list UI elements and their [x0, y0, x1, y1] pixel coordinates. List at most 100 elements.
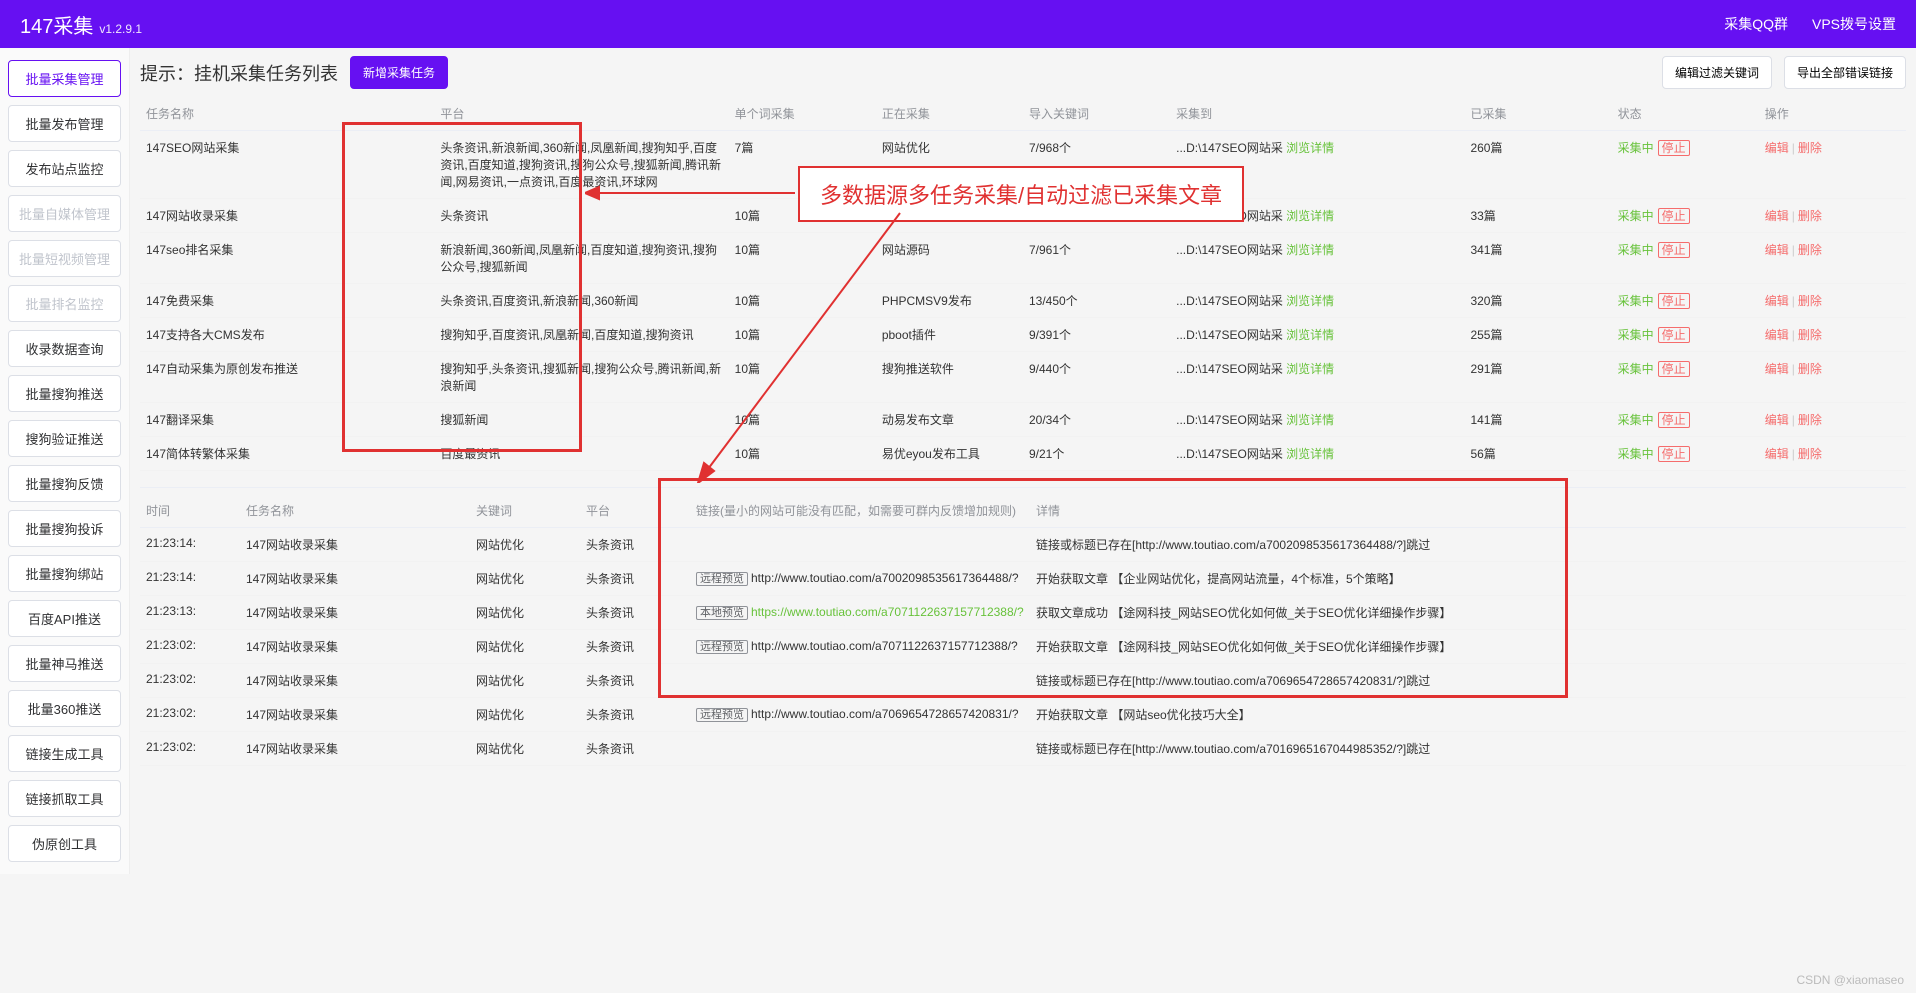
stop-button[interactable]: 停止: [1658, 208, 1690, 224]
task-row: 147自动采集为原创发布推送搜狗知乎,头条资讯,搜狐新闻,搜狗公众号,腾讯新闻,…: [140, 352, 1906, 403]
sidebar-item-1[interactable]: 批量发布管理: [8, 105, 121, 142]
stop-button[interactable]: 停止: [1658, 293, 1690, 309]
cell-status: 采集中停止: [1612, 284, 1759, 318]
task-row: 147翻译采集搜狐新闻10篇动易发布文章20/34个...D:\147SEO网站…: [140, 403, 1906, 437]
log-url[interactable]: http://www.toutiao.com/a7071122637157712…: [751, 639, 1018, 653]
log-url[interactable]: http://www.toutiao.com/a7069654728657420…: [751, 707, 1019, 721]
detail-link[interactable]: 浏览详情: [1286, 209, 1334, 223]
detail-link[interactable]: 浏览详情: [1286, 141, 1334, 155]
cell-platform: 头条资讯: [580, 596, 690, 630]
sidebar-item-13[interactable]: 批量神马推送: [8, 645, 121, 682]
stop-button[interactable]: 停止: [1658, 327, 1690, 343]
cell-time: 21:23:02:: [140, 664, 240, 698]
preview-badge[interactable]: 远程预览: [696, 708, 748, 722]
cell-imported-kw: 7/961个: [1023, 233, 1170, 284]
detail-link[interactable]: 浏览详情: [1286, 362, 1334, 376]
preview-badge[interactable]: 远程预览: [696, 572, 748, 586]
sidebar-item-15[interactable]: 链接生成工具: [8, 735, 121, 772]
cell-status: 采集中停止: [1612, 233, 1759, 284]
preview-badge[interactable]: 远程预览: [696, 640, 748, 654]
delete-button[interactable]: 删除: [1798, 328, 1822, 342]
detail-link[interactable]: 浏览详情: [1286, 328, 1334, 342]
cell-collecting: 网站收录: [876, 199, 1023, 233]
edit-button[interactable]: 编辑: [1765, 362, 1789, 376]
delete-button[interactable]: 删除: [1798, 447, 1822, 461]
stop-button[interactable]: 停止: [1658, 412, 1690, 428]
delete-button[interactable]: 删除: [1798, 413, 1822, 427]
edit-button[interactable]: 编辑: [1765, 209, 1789, 223]
delete-button[interactable]: 删除: [1798, 209, 1822, 223]
new-task-button[interactable]: 新增采集任务: [350, 56, 448, 89]
sidebar-item-17[interactable]: 伪原创工具: [8, 825, 121, 862]
sidebar-item-16[interactable]: 链接抓取工具: [8, 780, 121, 817]
edit-button[interactable]: 编辑: [1765, 413, 1789, 427]
preview-badge[interactable]: 本地预览: [696, 606, 748, 620]
log-url[interactable]: https://www.toutiao.com/a707112263715771…: [751, 605, 1024, 619]
stop-button[interactable]: 停止: [1658, 140, 1690, 156]
sidebar-item-12[interactable]: 百度API推送: [8, 600, 121, 637]
detail-link[interactable]: 浏览详情: [1286, 413, 1334, 427]
cell-detail: 开始获取文章 【企业网站优化，提高网站流量，4个标准，5个策略】: [1030, 562, 1906, 596]
log-row: 21:23:02:147网站收录采集网站优化头条资讯远程预览http://www…: [140, 630, 1906, 664]
sidebar: 批量采集管理批量发布管理发布站点监控批量自媒体管理批量短视频管理批量排名监控收录…: [0, 48, 130, 874]
qq-group-link[interactable]: 采集QQ群: [1724, 14, 1788, 34]
edit-filter-button[interactable]: 编辑过滤关键词: [1662, 56, 1772, 89]
vps-dial-link[interactable]: VPS拨号设置: [1812, 14, 1896, 34]
delete-button[interactable]: 删除: [1798, 243, 1822, 257]
sidebar-item-9[interactable]: 批量搜狗反馈: [8, 465, 121, 502]
cell-keyword: 网站优化: [470, 698, 580, 732]
cell-collected: 255篇: [1464, 318, 1611, 352]
cell-time: 21:23:14:: [140, 562, 240, 596]
edit-button[interactable]: 编辑: [1765, 447, 1789, 461]
detail-link[interactable]: 浏览详情: [1286, 447, 1334, 461]
cell-single-word: 10篇: [729, 403, 876, 437]
cell-time: 21:23:13:: [140, 596, 240, 630]
delete-button[interactable]: 删除: [1798, 294, 1822, 308]
sidebar-item-6[interactable]: 收录数据查询: [8, 330, 121, 367]
log-panel: 时间 任务名称 关键词 平台 链接(量小的网站可能没有匹配，如需要可群内反馈增加…: [140, 487, 1906, 766]
delete-button[interactable]: 删除: [1798, 141, 1822, 155]
sidebar-item-2[interactable]: 发布站点监控: [8, 150, 121, 187]
log-row: 21:23:02:147网站收录采集网站优化头条资讯远程预览http://www…: [140, 698, 1906, 732]
edit-button[interactable]: 编辑: [1765, 243, 1789, 257]
sidebar-item-7[interactable]: 批量搜狗推送: [8, 375, 121, 412]
task-row: 147简体转繁体采集百度最资讯10篇易优eyou发布工具9/21个...D:\1…: [140, 437, 1906, 471]
cell-detail: 获取文章成功 【途网科技_网站SEO优化如何做_关于SEO优化详细操作步骤】: [1030, 596, 1906, 630]
edit-button[interactable]: 编辑: [1765, 328, 1789, 342]
sidebar-item-14[interactable]: 批量360推送: [8, 690, 121, 727]
sidebar-item-0[interactable]: 批量采集管理: [8, 60, 121, 97]
cell-platform: 头条资讯: [580, 732, 690, 766]
stop-button[interactable]: 停止: [1658, 446, 1690, 462]
main-content: 提示：挂机采集任务列表 新增采集任务 编辑过滤关键词 导出全部错误链接 任务名称…: [130, 48, 1916, 874]
task-row: 147网站收录采集头条资讯10篇网站收录2/5个...D:\147SEO网站采 …: [140, 199, 1906, 233]
export-errors-button[interactable]: 导出全部错误链接: [1784, 56, 1906, 89]
top-links: 采集QQ群 VPS拨号设置: [1724, 14, 1896, 34]
th-collecting: 正在采集: [876, 97, 1023, 131]
sidebar-item-10[interactable]: 批量搜狗投诉: [8, 510, 121, 547]
cell-task-name: 147seo排名采集: [140, 233, 434, 284]
detail-link[interactable]: 浏览详情: [1286, 243, 1334, 257]
cell-platform: 搜狐新闻: [434, 403, 728, 437]
cell-collect-to: ...D:\147SEO网站采 浏览详情: [1170, 352, 1464, 403]
detail-link[interactable]: 浏览详情: [1286, 294, 1334, 308]
stop-button[interactable]: 停止: [1658, 361, 1690, 377]
cell-collecting: PHPCMSV9发布: [876, 284, 1023, 318]
cell-single-word: 10篇: [729, 352, 876, 403]
edit-button[interactable]: 编辑: [1765, 141, 1789, 155]
delete-button[interactable]: 删除: [1798, 362, 1822, 376]
task-table: 任务名称 平台 单个词采集 正在采集 导入关键词 采集到 已采集 状态 操作 1…: [140, 97, 1906, 471]
cell-time: 21:23:14:: [140, 528, 240, 562]
cell-task-name: 147网站收录采集: [240, 528, 470, 562]
log-url[interactable]: http://www.toutiao.com/a7002098535617364…: [751, 571, 1019, 585]
cell-collect-to: ...D:\147SEO网站采 浏览详情: [1170, 403, 1464, 437]
cell-keyword: 网站优化: [470, 562, 580, 596]
log-scroll[interactable]: 时间 任务名称 关键词 平台 链接(量小的网站可能没有匹配，如需要可群内反馈增加…: [140, 494, 1906, 766]
stop-button[interactable]: 停止: [1658, 242, 1690, 258]
sidebar-item-11[interactable]: 批量搜狗绑站: [8, 555, 121, 592]
cell-time: 21:23:02:: [140, 630, 240, 664]
cell-collecting: 动易发布文章: [876, 403, 1023, 437]
sidebar-item-8[interactable]: 搜狗验证推送: [8, 420, 121, 457]
cell-task-name: 147网站收录采集: [240, 664, 470, 698]
lth-detail: 详情: [1030, 494, 1906, 528]
edit-button[interactable]: 编辑: [1765, 294, 1789, 308]
